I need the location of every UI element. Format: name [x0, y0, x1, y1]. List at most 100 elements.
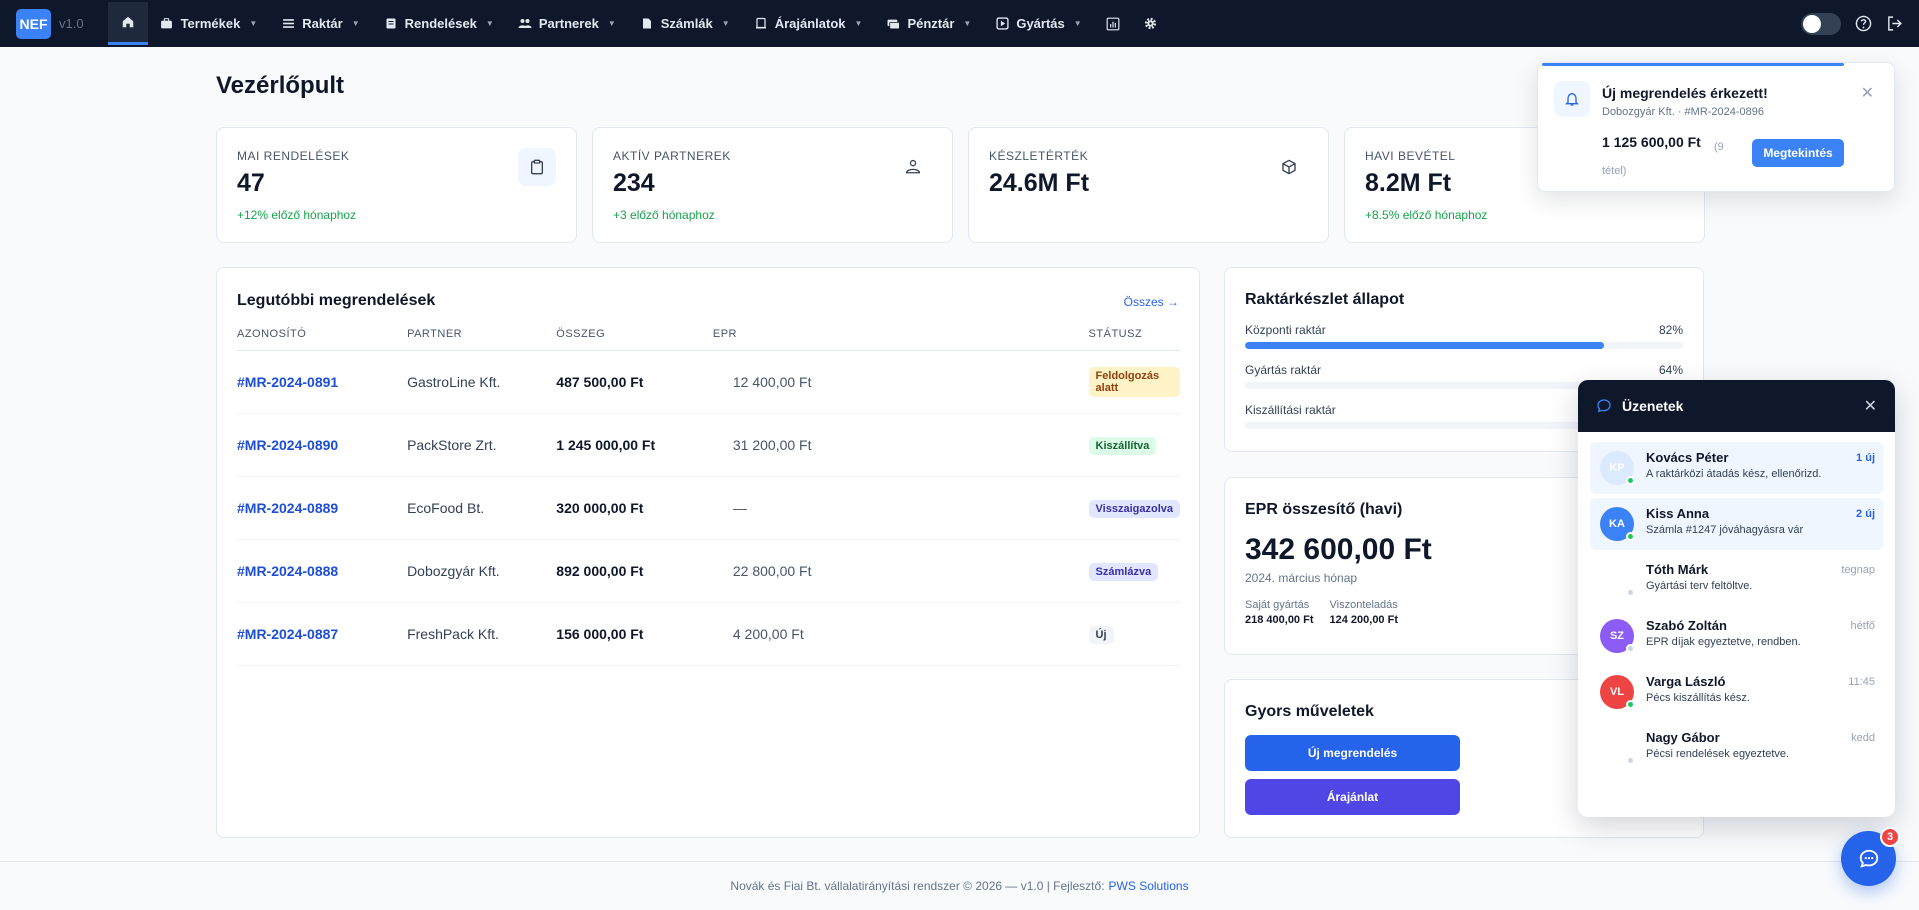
home-icon: [122, 16, 133, 28]
bell-icon: [1554, 81, 1590, 117]
chevron-down-icon: ▼: [1073, 19, 1082, 28]
footer-link[interactable]: PWS Solutions: [1109, 879, 1189, 893]
stat-change: +3 előző hónaphoz: [613, 208, 715, 222]
stat-card-partners: AKTÍV PARTNEREK 234 +3 előző hónaphoz: [592, 127, 953, 243]
message-sender: Nagy Gábor: [1646, 730, 1720, 745]
order-id-link[interactable]: #MR-2024-0887: [237, 602, 408, 666]
toggle-knob: [1803, 14, 1821, 33]
order-amount: 1 245 000,00 Ft: [556, 413, 713, 477]
stock-bar: [1245, 342, 1683, 349]
order-epr: 31 200,00 Ft: [712, 413, 1089, 477]
nav-label: Rendelések: [404, 16, 477, 31]
order-id-link[interactable]: #MR-2024-0890: [237, 413, 408, 477]
logo[interactable]: NEF: [16, 8, 51, 39]
stock-name: Kiszállítási raktár: [1245, 403, 1336, 417]
message-item[interactable]: KA Kiss Anna Számla #1247 jóváhagyásra v…: [1590, 498, 1883, 550]
nav-item-partnerek[interactable]: Partnerek ▼: [506, 0, 628, 47]
table-row[interactable]: #MR-2024-0891 GastroLine Kft. 487 500,00…: [237, 350, 1180, 414]
stock-name: Gyártás raktár: [1245, 363, 1322, 377]
chevron-down-icon: ▼: [249, 19, 258, 28]
all-orders-link[interactable]: Összes →: [1124, 295, 1179, 309]
nav-reports[interactable]: [1094, 0, 1132, 47]
theme-toggle[interactable]: [1801, 12, 1841, 35]
message-meta: 11:45: [1848, 676, 1875, 688]
message-item[interactable]: Tóth Márk Gyártási terv feltöltve. tegna…: [1590, 554, 1883, 606]
status-badge: Visszaigazolva: [1088, 499, 1180, 518]
app-version: v1.0: [59, 16, 84, 31]
message-item[interactable]: VL Varga László Pécs kiszállítás kész. 1…: [1590, 666, 1883, 718]
nav-item-termekek[interactable]: Termékek ▼: [148, 0, 270, 47]
status-badge: Új: [1088, 625, 1114, 644]
stat-value: 24.6M Ft: [989, 169, 1090, 197]
help-icon[interactable]: [1855, 15, 1872, 32]
epr-resale-label: Viszonteladás: [1329, 599, 1398, 611]
message-item[interactable]: Nagy Gábor Pécsi rendelések egyeztetve. …: [1590, 722, 1883, 774]
table-row[interactable]: #MR-2024-0887 FreshPack Kft. 156 000,00 …: [237, 602, 1180, 666]
chevron-down-icon: ▼: [485, 19, 494, 28]
epr-own-value: 218 400,00 Ft: [1245, 614, 1314, 626]
stock-percent: 82%: [1658, 323, 1683, 337]
close-icon[interactable]: ✕: [1864, 396, 1877, 416]
table-row[interactable]: #MR-2024-0890 PackStore Zrt. 1 245 000,0…: [237, 413, 1180, 477]
order-amount: 892 000,00 Ft: [556, 539, 713, 603]
messages-header: Üzenetek ✕: [1578, 380, 1895, 432]
nav-label: Árajánlatok: [774, 16, 846, 31]
order-epr: 12 400,00 Ft: [712, 350, 1089, 414]
page-title: Vezérlőpult: [216, 72, 345, 99]
order-partner: FreshPack Kft.: [407, 602, 557, 666]
close-icon[interactable]: ✕: [1861, 83, 1874, 103]
cash-icon: [886, 17, 900, 31]
nav-item-rendelesek[interactable]: Rendelések ▼: [372, 0, 506, 47]
nav-right: [1801, 0, 1903, 47]
file-icon: [640, 17, 654, 31]
order-epr: —: [712, 476, 1089, 540]
status-badge: Feldolgozás alatt: [1088, 367, 1180, 397]
order-status-cell: Feldolgozás alatt: [1088, 350, 1180, 414]
message-sender: Szabó Zoltán: [1646, 618, 1727, 633]
new-order-button[interactable]: Új megrendelés: [1245, 735, 1460, 771]
stat-change: +8.5% előző hónaphoz: [1365, 208, 1488, 222]
order-id-link[interactable]: #MR-2024-0889: [237, 476, 408, 540]
stock-row: Központi raktár 82%: [1245, 323, 1683, 349]
message-item[interactable]: SZ Szabó Zoltán EPR díjak egyeztetve, re…: [1590, 610, 1883, 662]
nav-settings[interactable]: [1132, 0, 1170, 47]
order-amount: 487 500,00 Ft: [556, 350, 713, 414]
quote-button[interactable]: Árajánlat: [1245, 779, 1460, 815]
nav-item-arajanlatok[interactable]: Árajánlatok ▼: [742, 0, 875, 47]
toast-progress: [1542, 63, 1844, 66]
message-meta: tegnap: [1841, 564, 1875, 576]
view-order-button[interactable]: Megtekintés: [1752, 139, 1844, 167]
nav-item-gyartas[interactable]: Gyártás ▼: [983, 0, 1093, 47]
stat-value: 234: [613, 169, 655, 197]
logout-icon[interactable]: [1886, 15, 1903, 32]
messages-title: Üzenetek: [1622, 398, 1684, 414]
nav-item-szamlak[interactable]: Számlák ▼: [628, 0, 742, 47]
nav-item-raktar[interactable]: Raktár ▼: [269, 0, 371, 47]
message-sender: Kovács Péter: [1646, 450, 1729, 465]
chat-icon: [1597, 399, 1611, 413]
message-preview: EPR díjak egyeztetve, rendben.: [1646, 636, 1801, 648]
order-amount: 320 000,00 Ft: [556, 476, 713, 540]
footer-text: Novák és Fiai Bt. vállalatirányítási ren…: [730, 879, 1105, 893]
chevron-down-icon: ▼: [963, 19, 972, 28]
nav-label: Partnerek: [538, 16, 599, 31]
online-status-dot: [1626, 588, 1635, 597]
nav-item-penztar[interactable]: Pénztár ▼: [874, 0, 983, 47]
stock-bar-fill: [1245, 382, 1526, 389]
chat-fab-button[interactable]: 3: [1841, 827, 1900, 886]
recent-orders-card: Legutóbbi megrendelések Összes → AZONOSÍ…: [216, 267, 1200, 838]
list-icon: [281, 17, 295, 31]
order-id-link[interactable]: #MR-2024-0888: [237, 539, 408, 603]
online-status-dot: [1626, 532, 1635, 541]
nav-home[interactable]: [107, 2, 148, 45]
online-status-dot: [1626, 700, 1635, 709]
order-partner: PackStore Zrt.: [407, 413, 557, 477]
table-header: AZONOSÍTÓ PARTNER ÖSSZEG EPR STÁTUSZ: [237, 328, 1180, 351]
table-row[interactable]: #MR-2024-0889 EcoFood Bt. 320 000,00 Ft …: [237, 476, 1180, 540]
message-sender: Kiss Anna: [1646, 506, 1710, 521]
order-id-link[interactable]: #MR-2024-0891: [237, 350, 408, 414]
message-item[interactable]: KP Kovács Péter A raktárközi átadás kész…: [1590, 442, 1883, 494]
table-row[interactable]: #MR-2024-0888 Dobozgyár Kft. 892 000,00 …: [237, 539, 1180, 603]
toast-title: Új megrendelés érkezett!: [1602, 85, 1768, 101]
top-nav: NEF v1.0 Termékek ▼ Raktár ▼ Rendelések ▼ P…: [0, 0, 1919, 47]
